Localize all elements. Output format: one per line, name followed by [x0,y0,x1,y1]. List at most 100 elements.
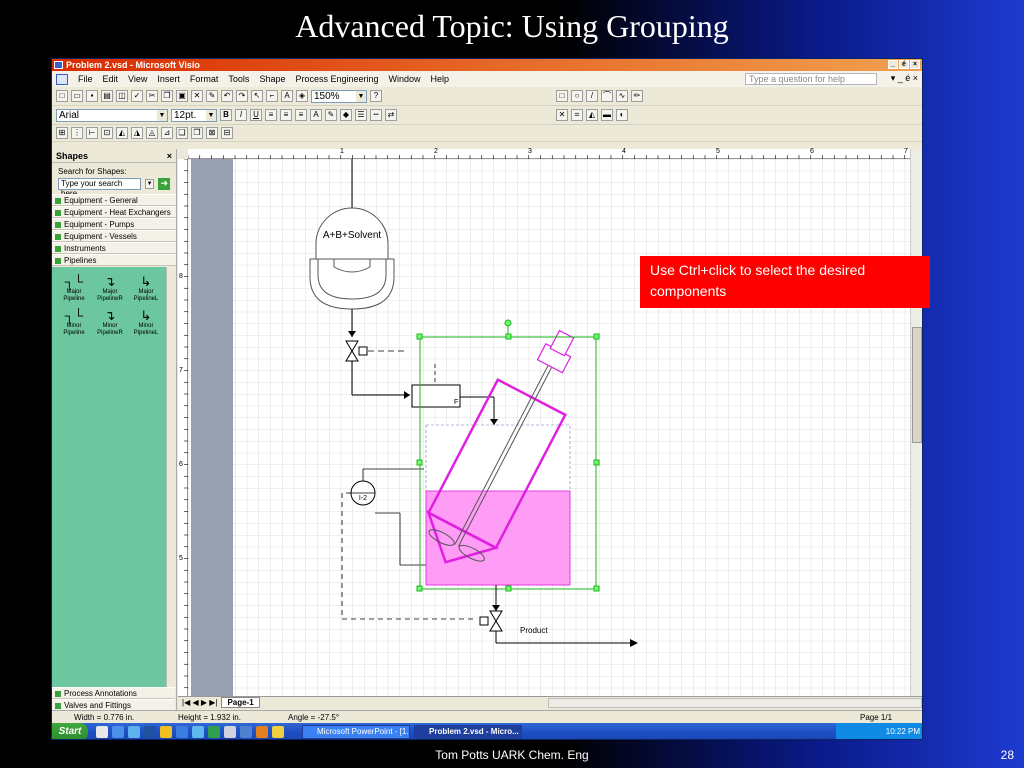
connection-point-icon[interactable]: ✕ [556,109,568,121]
shape-ops-icon[interactable]: ◭ [586,109,598,121]
cut-icon[interactable]: ✂ [146,90,158,102]
minimize-button[interactable]: _ [888,60,898,69]
help-icon[interactable]: ? [370,90,382,102]
layout-icon[interactable]: ⊡ [101,127,113,139]
line-style-icon[interactable]: ▬ [601,109,613,121]
quicklaunch-icon[interactable] [176,726,188,738]
ellipse-tool-icon[interactable]: ○ [571,90,583,102]
help-search-input[interactable]: Type a question for help [745,73,877,85]
quicklaunch-icon[interactable] [240,726,252,738]
crop-icon[interactable]: ⌗ [571,109,583,121]
quicklaunch-icon[interactable] [208,726,220,738]
quicklaunch-icon[interactable] [160,726,172,738]
menu-shape[interactable]: Shape [259,74,285,84]
stencil-heat-exchangers[interactable]: Equipment - Heat Exchangers [52,206,176,218]
line-weight-icon[interactable]: ☰ [355,109,367,121]
bring-front-icon[interactable]: ❏ [176,127,188,139]
feed-vessel[interactable]: A+B+Solvent [309,207,395,310]
page-nav-arrows[interactable]: |◀ ◀ ▶ ▶| [182,698,217,707]
connect-shapes-icon[interactable]: ⊢ [86,127,98,139]
underline-icon[interactable]: U [250,109,262,121]
start-button[interactable]: Start [52,723,88,739]
chevron-down-icon[interactable]: ▼ [144,179,155,189]
search-go-icon[interactable]: ➜ [158,178,170,190]
menu-edit[interactable]: Edit [103,74,119,84]
open-icon[interactable]: ▭ [71,90,83,102]
flow-controller[interactable]: F [411,384,461,408]
close-button[interactable]: × [910,60,920,69]
bold-icon[interactable]: B [220,109,232,121]
print-icon[interactable]: ▤ [101,90,113,102]
close-icon[interactable]: × [167,149,172,163]
master-major-pipeline-r[interactable]: ↴ Major PipelineR [92,275,128,303]
stencil-pumps[interactable]: Equipment - Pumps [52,218,176,230]
master-major-pipeline-l[interactable]: ↳ Major PipelineL [128,275,164,303]
line-ends-icon[interactable]: ⇄ [385,109,397,121]
quicklaunch-icon[interactable] [256,726,268,738]
stamp-tool-icon[interactable]: ◈ [296,90,308,102]
send-back-icon[interactable]: ❐ [191,127,203,139]
stencil-vessels[interactable]: Equipment - Vessels [52,230,176,242]
pencil-tool-icon[interactable]: ✏ [631,90,643,102]
print-preview-icon[interactable]: ◫ [116,90,128,102]
connector-tool-icon[interactable]: ⌐ [266,90,278,102]
stencil-pipelines[interactable]: Pipelines [52,254,176,266]
align-shapes-icon[interactable]: ⊞ [56,127,68,139]
fill-color-icon[interactable]: ◆ [340,109,352,121]
document-window-controls[interactable]: ▾ _ é × [891,73,918,84]
shadow-icon[interactable]: ◐ [616,109,628,121]
tab-page-1[interactable]: Page-1 [221,697,260,708]
master-minor-pipeline-r[interactable]: ↴ Minor PipelineR [92,309,128,337]
flip-vertical-icon[interactable]: ⊿ [161,127,173,139]
format-painter-icon[interactable]: ✎ [206,90,218,102]
task-visio[interactable]: Problem 2.vsd - Micro... [414,725,522,739]
text-tool-icon[interactable]: A [281,90,293,102]
task-powerpoint[interactable]: Microsoft PowerPoint - [1... [302,725,410,739]
line-tool-icon[interactable]: / [586,90,598,102]
stencil-instruments[interactable]: Instruments [52,242,176,254]
undo-icon[interactable]: ↶ [221,90,233,102]
zoom-select[interactable]: 150% ▼ [311,89,367,103]
redo-icon[interactable]: ↷ [236,90,248,102]
group-icon[interactable]: ⊠ [206,127,218,139]
quicklaunch-icon[interactable] [128,726,140,738]
line-pattern-icon[interactable]: ┅ [370,109,382,121]
quicklaunch-icon[interactable] [192,726,204,738]
menu-format[interactable]: Format [190,74,219,84]
pointer-tool-icon[interactable]: ↖ [251,90,263,102]
master-major-pipeline[interactable]: ┐└ Major Pipeline [56,275,92,303]
delete-icon[interactable]: ✕ [191,90,203,102]
menu-tools[interactable]: Tools [228,74,249,84]
master-minor-pipeline[interactable]: ┐└ Minor Pipeline [56,309,92,337]
distribute-icon[interactable]: ⋮ [71,127,83,139]
align-center-icon[interactable]: ≡ [280,109,292,121]
ungroup-icon[interactable]: ⊟ [221,127,233,139]
line-color-icon[interactable]: ✎ [325,109,337,121]
menu-insert[interactable]: Insert [157,74,180,84]
font-select[interactable]: Arial ▼ [56,108,168,122]
arc-tool-icon[interactable]: ⌒ [601,90,613,102]
menu-help[interactable]: Help [431,74,450,84]
restore-button[interactable]: é [899,60,909,69]
quicklaunch-icon[interactable] [224,726,236,738]
menu-file[interactable]: File [78,74,93,84]
new-icon[interactable]: □ [56,90,68,102]
horizontal-scrollbar[interactable] [548,697,922,708]
rotate-right-icon[interactable]: ◮ [131,127,143,139]
freeform-tool-icon[interactable]: ∿ [616,90,628,102]
align-left-icon[interactable]: ≡ [265,109,277,121]
paste-icon[interactable]: ▣ [176,90,188,102]
master-minor-pipeline-l[interactable]: ↳ Minor PipelineL [128,309,164,337]
menu-process-engineering[interactable]: Process Engineering [295,74,378,84]
font-size-select[interactable]: 12pt. ▼ [171,108,217,122]
search-input[interactable]: Type your search here [58,178,141,198]
align-right-icon[interactable]: ≡ [295,109,307,121]
spelling-icon[interactable]: ✓ [131,90,143,102]
stencil-equipment-general[interactable]: Equipment - General [52,194,176,206]
stencil-scrollbar[interactable] [166,267,176,687]
quicklaunch-icon[interactable] [96,726,108,738]
quicklaunch-icon[interactable] [112,726,124,738]
italic-icon[interactable]: I [235,109,247,121]
rotate-left-icon[interactable]: ◭ [116,127,128,139]
font-color-icon[interactable]: A [310,109,322,121]
